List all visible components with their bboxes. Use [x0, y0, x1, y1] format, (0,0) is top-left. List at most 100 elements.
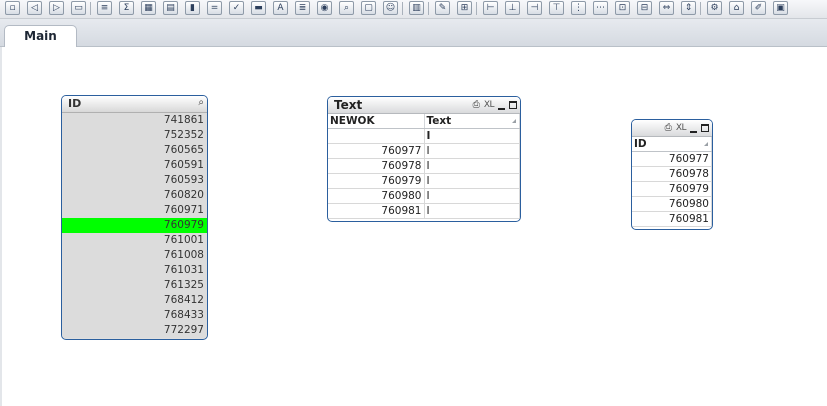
statistics-box-icon[interactable]: Σ — [119, 1, 134, 15]
sheet-tab-bar: Main — [0, 19, 827, 47]
search-icon[interactable]: ⌕ — [198, 97, 204, 108]
column-header-text[interactable]: Text — [424, 114, 520, 129]
table-row[interactable]: 760981 I — [328, 203, 520, 219]
listbox-item[interactable]: 760591 — [62, 158, 207, 173]
align-icon[interactable]: ⊞ — [457, 1, 472, 15]
align-right-icon[interactable]: ⊣ — [527, 1, 542, 15]
move-icon[interactable]: ⇔ — [659, 1, 674, 15]
open-folder-icon[interactable]: ▭ — [71, 1, 86, 15]
lock-icon[interactable]: ⌂ — [729, 1, 744, 15]
forward-icon[interactable]: ▷ — [49, 1, 64, 15]
current-selections-icon[interactable]: ✓ — [229, 1, 244, 15]
cell-text[interactable]: I — [424, 143, 520, 159]
table-row[interactable]: 760979 — [632, 181, 712, 197]
new-document-icon[interactable]: ▫ — [5, 1, 20, 15]
listbox-item[interactable]: 760971 — [62, 203, 207, 218]
distribute-v-icon[interactable]: ⋯ — [593, 1, 608, 15]
resize-icon[interactable]: ⊟ — [637, 1, 652, 15]
align-left-icon[interactable]: ⊢ — [483, 1, 498, 15]
search-object-icon[interactable]: ⌕ — [339, 1, 354, 15]
caption-icons: ⎙ XL — [473, 99, 517, 111]
id-table-box[interactable]: ⎙ XL ID 760977 760978 760979 760980 760981 — [631, 119, 713, 230]
edit-script-icon[interactable]: ▣ — [773, 1, 788, 15]
text-table-caption[interactable]: Text ⎙ XL — [328, 97, 520, 114]
cell-text[interactable]: I — [424, 173, 520, 189]
table-row[interactable]: 760980 I — [328, 188, 520, 204]
align-top-icon[interactable]: ⊤ — [549, 1, 564, 15]
listbox-item[interactable]: 772297 — [62, 323, 207, 338]
cell-text[interactable]: I — [424, 188, 520, 204]
properties-icon[interactable]: ⚙ — [707, 1, 722, 15]
column-header-newok[interactable]: NEWOK — [328, 114, 425, 129]
table-box-icon[interactable]: ▦ — [141, 1, 156, 15]
distribute-h-icon[interactable]: ⋮ — [571, 1, 586, 15]
cell-text[interactable]: I — [424, 203, 520, 219]
listbox-caption[interactable]: ID ⌕ — [62, 96, 207, 113]
table-row[interactable]: 760981 — [632, 211, 712, 227]
cell-newok[interactable]: 760981 — [328, 203, 425, 219]
listbox-item[interactable]: 760820 — [62, 188, 207, 203]
back-icon[interactable]: ◁ — [27, 1, 42, 15]
maximize-icon[interactable] — [701, 124, 709, 132]
listbox-item[interactable]: 752352 — [62, 128, 207, 143]
table-row[interactable]: 760978 I — [328, 158, 520, 174]
table-row[interactable]: 760979 I — [328, 173, 520, 189]
align-center-icon[interactable]: ⊥ — [505, 1, 520, 15]
listbox-item[interactable]: 741861 — [62, 113, 207, 128]
format-painter-icon[interactable]: ✎ — [435, 1, 450, 15]
container-icon[interactable]: ☺ — [383, 1, 398, 15]
listbox-item[interactable]: 760593 — [62, 173, 207, 188]
cell-newok[interactable]: 760980 — [328, 188, 425, 204]
line-object-icon[interactable]: ≣ — [295, 1, 310, 15]
cell-id[interactable]: 760981 — [632, 211, 712, 227]
listbox-item[interactable]: 761008 — [62, 248, 207, 263]
print-icon[interactable]: ⎙ — [473, 100, 480, 111]
table-row[interactable]: 760977 — [632, 151, 712, 167]
list-box-icon[interactable]: ≡ — [97, 1, 112, 15]
send-to-excel-icon[interactable]: XL — [484, 100, 495, 111]
multi-box-icon[interactable]: ▤ — [163, 1, 178, 15]
input-box-icon[interactable]: = — [207, 1, 222, 15]
print-icon[interactable]: ⎙ — [665, 123, 672, 134]
maximize-icon[interactable] — [509, 101, 517, 109]
button-icon[interactable]: ▬ — [251, 1, 266, 15]
cell-id[interactable]: 760980 — [632, 196, 712, 212]
minimize-icon[interactable] — [498, 107, 505, 110]
chart-icon[interactable]: ▮ — [185, 1, 200, 15]
cell-newok[interactable]: 760977 — [328, 143, 425, 159]
slider-icon[interactable]: ◉ — [317, 1, 332, 15]
cell-id[interactable]: 760978 — [632, 166, 712, 182]
table-row[interactable]: 760980 — [632, 196, 712, 212]
id-table-caption[interactable]: ⎙ XL — [632, 120, 712, 137]
listbox-item[interactable]: 760565 — [62, 143, 207, 158]
cell-id[interactable]: 760977 — [632, 151, 712, 167]
search-cell-text[interactable]: I — [424, 128, 520, 144]
minimize-icon[interactable] — [690, 130, 697, 133]
id-listbox[interactable]: ID ⌕ 741861 752352 760565 760591 760593 76082… — [61, 95, 208, 340]
listbox-item[interactable]: 768412 — [62, 293, 207, 308]
order-icon[interactable]: ⇕ — [681, 1, 696, 15]
send-to-excel-icon[interactable]: XL — [676, 123, 687, 134]
table-row[interactable]: 760978 — [632, 166, 712, 182]
tab-main[interactable]: Main — [4, 25, 77, 47]
table-row[interactable]: 760977 I — [328, 143, 520, 159]
cell-newok[interactable]: 760979 — [328, 173, 425, 189]
listbox-item[interactable]: 761001 — [62, 233, 207, 248]
cell-text[interactable]: I — [424, 158, 520, 174]
cell-newok[interactable]: 760978 — [328, 158, 425, 174]
distribute-v-icon-glyph: ⋯ — [596, 3, 605, 13]
listbox-item[interactable]: 761325 — [62, 278, 207, 293]
slider-icon-glyph: ◉ — [320, 3, 329, 13]
listbox-item-selected[interactable]: 760979 — [62, 218, 207, 233]
edit-icon[interactable]: ✐ — [751, 1, 766, 15]
reload-chart-icon[interactable]: ▥ — [409, 1, 424, 15]
listbox-item[interactable]: 761031 — [62, 263, 207, 278]
text-object-icon[interactable]: A — [273, 1, 288, 15]
listbox-item[interactable]: 768433 — [62, 308, 207, 323]
spacing-icon[interactable]: ⊡ — [615, 1, 630, 15]
cell-id[interactable]: 760979 — [632, 181, 712, 197]
search-cell-newok[interactable] — [328, 128, 425, 144]
text-table-box[interactable]: Text ⎙ XL NEWOK Text I 760977 I 760978 I 760… — [327, 96, 521, 222]
bookmark-icon[interactable]: ▢ — [361, 1, 376, 15]
column-header-id[interactable]: ID — [632, 137, 712, 152]
